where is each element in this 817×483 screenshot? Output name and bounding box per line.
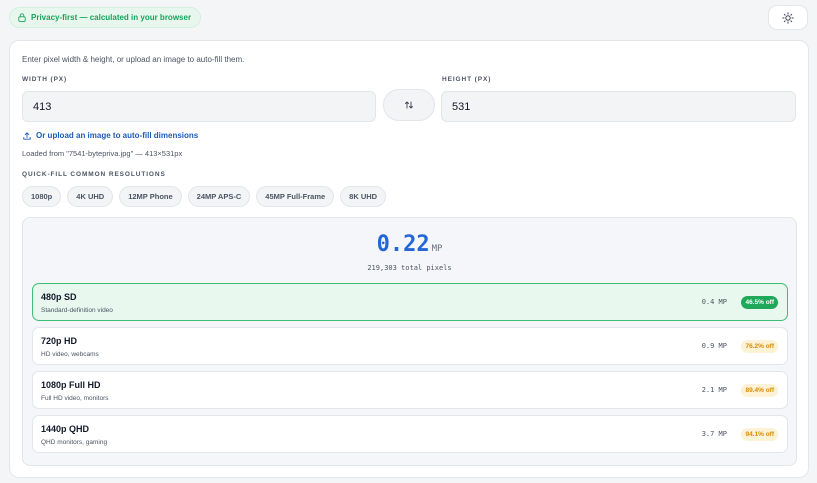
row-difference-badge: 46.5% off	[741, 296, 778, 309]
preset-1080p[interactable]: 1080p	[22, 186, 62, 207]
preset-8k-uhd[interactable]: 8K UHD	[340, 186, 387, 207]
swap-arrows-icon	[405, 101, 413, 109]
row-title: 480p SD	[41, 292, 77, 302]
row-title: 1080p Full HD	[41, 380, 101, 390]
row-description: QHD monitors, gaming	[41, 439, 108, 446]
sun-icon	[782, 11, 794, 24]
upload-icon	[23, 131, 31, 140]
megapixel-readout: 0.22 MP	[23, 232, 796, 257]
comparison-row-1080p: 1080p Full HD Full HD video, monitors 2.…	[32, 371, 788, 409]
height-input[interactable]	[441, 91, 796, 122]
row-megapixels: 0.4 MP	[701, 298, 727, 306]
preset-45mp-full-frame[interactable]: 45MP Full-Frame	[256, 186, 335, 207]
intro-text: Enter pixel width & height, or upload an…	[22, 55, 245, 64]
width-label: WIDTH (PX)	[22, 76, 68, 83]
row-difference-badge: 76.2% off	[741, 340, 778, 353]
result-panel: 0.22 MP 219,303 total pixels 480p SD Stan…	[22, 217, 797, 466]
upload-label[interactable]: Or upload an image to auto-fill dimensio…	[36, 131, 198, 140]
row-difference-badge: 94.1% off	[741, 428, 778, 441]
row-description: HD video, webcams	[41, 351, 99, 358]
row-title: 720p HD	[41, 336, 78, 346]
lock-icon	[18, 13, 26, 22]
quick-fill-label: QUICK-FILL COMMON RESOLUTIONS	[22, 171, 166, 178]
megapixel-unit: MP	[431, 244, 443, 254]
preset-12mp-phone[interactable]: 12MP Phone	[119, 186, 182, 207]
comparison-row-720p: 720p HD HD video, webcams 0.9 MP 76.2% o…	[32, 327, 788, 365]
preset-24mp-aps-c[interactable]: 24MP APS-C	[187, 186, 251, 207]
preset-list: 1080p 4K UHD 12MP Phone 24MP APS-C 45MP …	[22, 186, 387, 207]
total-pixels: 219,303 total pixels	[367, 264, 452, 272]
row-description: Full HD video, monitors	[41, 395, 109, 402]
theme-toggle-button[interactable]	[768, 5, 808, 30]
calculator-card: Enter pixel width & height, or upload an…	[9, 40, 809, 478]
privacy-badge: Privacy-first — calculated in your brows…	[9, 7, 202, 28]
privacy-label: Privacy-first — calculated in your brows…	[31, 13, 192, 22]
swap-dimensions-button[interactable]	[383, 89, 435, 121]
width-input[interactable]	[22, 91, 376, 122]
row-megapixels: 2.1 MP	[701, 386, 727, 394]
upload-image-link[interactable]: Or upload an image to auto-fill dimensio…	[23, 131, 198, 140]
preset-4k-uhd[interactable]: 4K UHD	[67, 186, 114, 207]
comparison-row-1440p: 1440p QHD QHD monitors, gaming 3.7 MP 94…	[32, 415, 788, 453]
row-title: 1440p QHD	[41, 424, 90, 434]
comparison-row-480p: 480p SD Standard-definition video 0.4 MP…	[32, 283, 788, 321]
row-megapixels: 0.9 MP	[701, 342, 727, 350]
row-megapixels: 3.7 MP	[701, 430, 727, 438]
loaded-file-info: Loaded from "7541-bytepriva.jpg" — 413×5…	[22, 149, 183, 158]
row-difference-badge: 89.4% off	[741, 384, 778, 397]
height-label: HEIGHT (PX)	[442, 76, 492, 83]
megapixel-value: 0.22	[376, 232, 430, 257]
row-description: Standard-definition video	[41, 307, 113, 314]
